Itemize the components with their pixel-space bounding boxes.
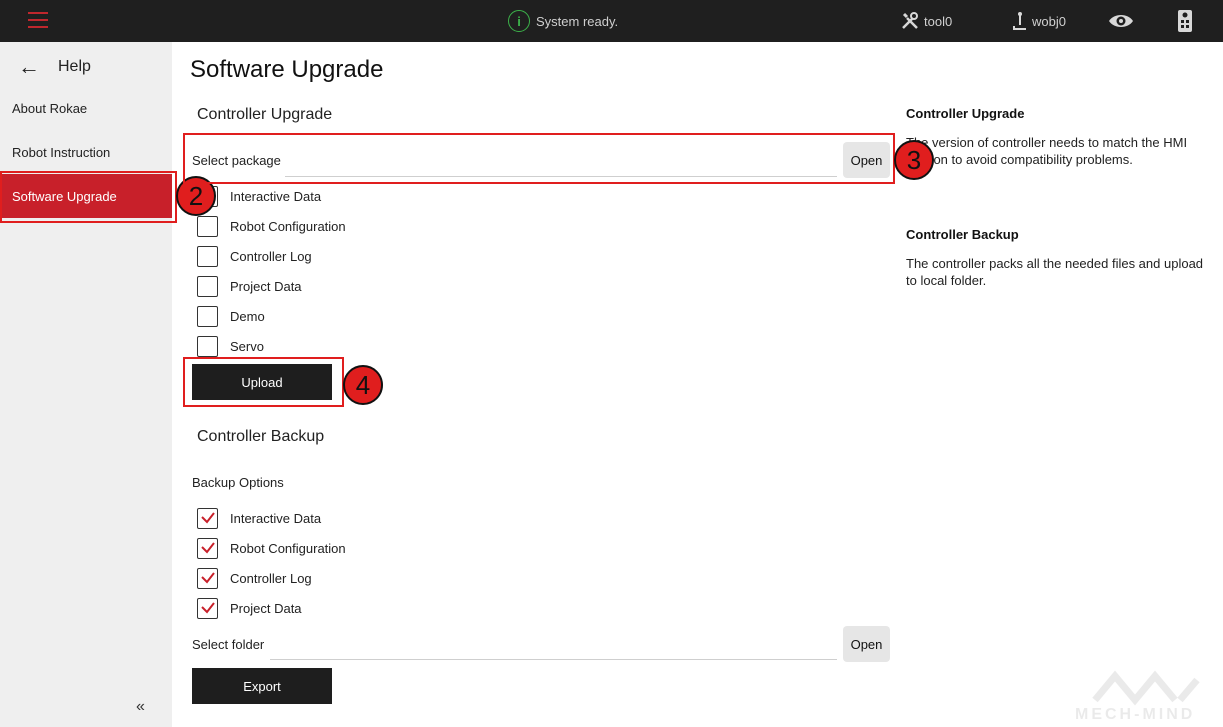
status-text: System ready. bbox=[536, 13, 619, 29]
checkbox[interactable] bbox=[197, 537, 218, 559]
option-label: Project Data bbox=[230, 278, 302, 294]
upgrade-option-robot-configuration[interactable]: Robot Configuration bbox=[197, 215, 346, 237]
checkbox[interactable] bbox=[197, 275, 218, 297]
sidebar-item-robot-instruction[interactable]: Robot Instruction bbox=[0, 130, 172, 174]
workobject-icon bbox=[1013, 12, 1026, 30]
checkbox[interactable] bbox=[197, 245, 218, 267]
backup-option-interactive-data[interactable]: Interactive Data bbox=[197, 507, 321, 529]
upgrade-option-controller-log[interactable]: Controller Log bbox=[197, 245, 312, 267]
option-label: Controller Log bbox=[230, 570, 312, 586]
annotation-marker-4: 4 bbox=[343, 365, 383, 405]
page-title: Software Upgrade bbox=[190, 56, 384, 83]
folder-path-input[interactable] bbox=[270, 659, 837, 660]
controller-backup-title: Controller Backup bbox=[197, 428, 325, 445]
top-bar: i System ready. tool0 wobj0 bbox=[0, 0, 1223, 42]
controller-upgrade-title: Controller Upgrade bbox=[197, 106, 333, 123]
info-backup-text: The controller packs all the needed file… bbox=[906, 256, 1204, 288]
export-button[interactable]: Export bbox=[192, 668, 332, 704]
open-folder-button[interactable]: Open bbox=[843, 626, 890, 662]
option-label: Robot Configuration bbox=[230, 540, 346, 556]
sidebar: ← Help About Rokae Robot Instruction Sof… bbox=[0, 42, 172, 727]
wobj-label: wobj0 bbox=[1032, 13, 1066, 29]
option-label: Project Data bbox=[230, 600, 302, 616]
sidebar-title: Help bbox=[58, 58, 91, 75]
option-label: Interactive Data bbox=[230, 510, 322, 526]
option-label: Controller Log bbox=[230, 248, 312, 264]
annotation-marker-2: 2 bbox=[176, 176, 216, 216]
info-backup-title: Controller Backup bbox=[906, 227, 1019, 242]
option-label: Interactive Data bbox=[230, 188, 322, 204]
checkbox[interactable] bbox=[197, 507, 218, 529]
select-package-label: Select package bbox=[192, 153, 281, 168]
back-to-help[interactable]: ← Help bbox=[18, 54, 91, 80]
tool-label: tool0 bbox=[924, 13, 953, 29]
eye-icon[interactable] bbox=[1108, 10, 1134, 32]
wrench-icon bbox=[902, 12, 918, 29]
option-label: Demo bbox=[230, 308, 265, 324]
backup-options-label: Backup Options bbox=[192, 475, 284, 490]
backup-option-robot-configuration[interactable]: Robot Configuration bbox=[197, 537, 346, 559]
annotation-marker-3: 3 bbox=[894, 140, 934, 180]
info-upgrade-text: The version of controller needs to match… bbox=[906, 135, 1188, 167]
sidebar-item-software-upgrade[interactable]: Software Upgrade bbox=[0, 174, 172, 218]
package-path-input[interactable] bbox=[285, 176, 837, 177]
watermark-text: MECH-MIND bbox=[1075, 706, 1196, 723]
teach-pendant-icon[interactable] bbox=[1177, 10, 1193, 32]
collapse-sidebar-icon[interactable]: « bbox=[136, 698, 145, 716]
upgrade-option-servo[interactable]: Servo bbox=[197, 335, 264, 357]
hamburger-menu-icon[interactable] bbox=[28, 12, 48, 28]
backup-option-project-data[interactable]: Project Data bbox=[197, 597, 302, 619]
option-label: Servo bbox=[230, 338, 264, 354]
upgrade-option-project-data[interactable]: Project Data bbox=[197, 275, 302, 297]
select-folder-label: Select folder bbox=[192, 637, 265, 652]
info-upgrade-title: Controller Upgrade bbox=[906, 106, 1025, 121]
system-status: i System ready. bbox=[508, 10, 618, 32]
open-package-button[interactable]: Open bbox=[843, 142, 890, 178]
sidebar-item-about-rokae[interactable]: About Rokae bbox=[0, 86, 172, 130]
info-ok-icon: i bbox=[508, 10, 530, 32]
checkbox[interactable] bbox=[197, 567, 218, 589]
wobj-selector[interactable]: wobj0 bbox=[1012, 10, 1066, 32]
checkbox[interactable] bbox=[197, 335, 218, 357]
checkbox[interactable] bbox=[197, 597, 218, 619]
upgrade-option-demo[interactable]: Demo bbox=[197, 305, 265, 327]
checkbox[interactable] bbox=[197, 305, 218, 327]
option-label: Robot Configuration bbox=[230, 218, 346, 234]
checkbox[interactable] bbox=[197, 215, 218, 237]
back-arrow-icon: ← bbox=[18, 54, 40, 79]
tool-selector[interactable]: tool0 bbox=[900, 10, 952, 32]
upload-button[interactable]: Upload bbox=[192, 364, 332, 400]
backup-option-controller-log[interactable]: Controller Log bbox=[197, 567, 312, 589]
